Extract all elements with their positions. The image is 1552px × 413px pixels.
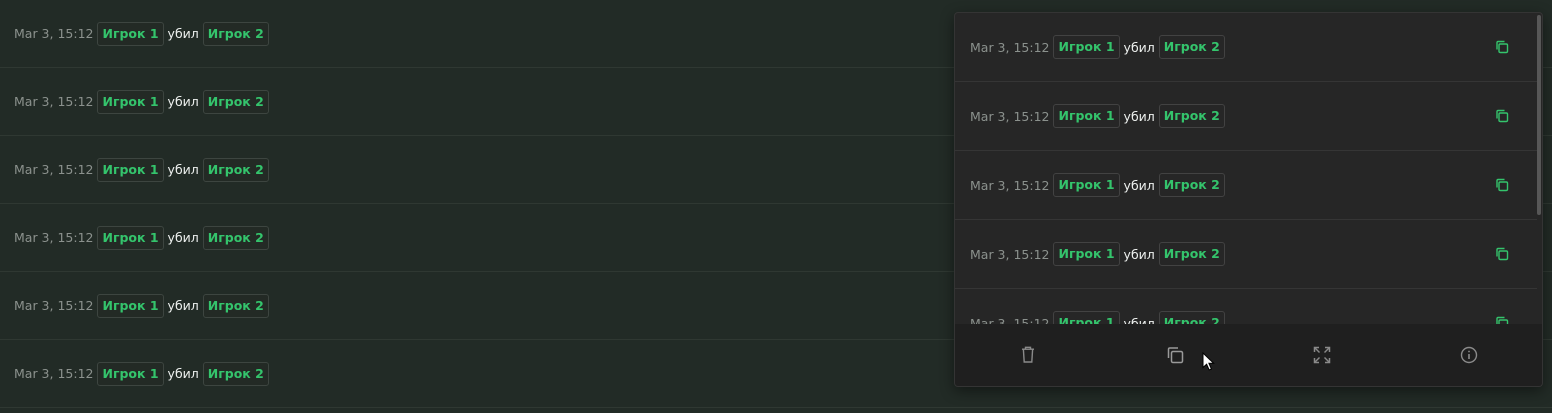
victim-tag[interactable]: Игрок 2 [1158,35,1225,59]
kill-verb: убил [1123,177,1155,193]
victim-tag[interactable]: Игрок 2 [202,89,269,114]
log-timestamp: Mar 3, 15:12 [970,108,1050,124]
log-timestamp: Mar 3, 15:12 [14,366,94,381]
victim-tag[interactable]: Игрок 2 [202,157,269,182]
panel-scroll-area[interactable]: Mar 3, 15:12 Игрок 1 убил Игрок 2 Mar 3,… [955,13,1537,324]
kill-verb: убил [167,298,199,313]
victim-tag[interactable]: Игрок 2 [1158,104,1225,128]
kill-verb: убил [167,94,199,109]
log-timestamp: Mar 3, 15:12 [970,315,1050,325]
kill-verb: убил [1123,108,1155,124]
delete-button[interactable] [955,324,1102,386]
kill-verb: убил [167,366,199,381]
copy-all-button[interactable] [1102,324,1249,386]
victim-tag[interactable]: Игрок 2 [1158,242,1225,266]
copy-icon [1167,347,1184,364]
kill-verb: убил [167,162,199,177]
killer-tag[interactable]: Игрок 1 [97,293,164,318]
log-timestamp: Mar 3, 15:12 [970,246,1050,262]
kill-verb: убил [1123,315,1155,325]
panel-row: Mar 3, 15:12 Игрок 1 убил Игрок 2 [955,13,1537,82]
log-timestamp: Mar 3, 15:12 [14,26,94,41]
killer-tag[interactable]: Игрок 1 [97,361,164,386]
kill-verb: убил [167,230,199,245]
kill-verb: убил [1123,39,1155,55]
killer-tag[interactable]: Игрок 1 [1053,104,1120,128]
copy-icon[interactable] [1495,40,1509,54]
trash-icon [1022,346,1035,363]
log-timestamp: Mar 3, 15:12 [14,298,94,313]
log-timestamp: Mar 3, 15:12 [970,177,1050,193]
copy-icon[interactable] [1495,316,1509,324]
info-icon [1460,346,1477,364]
copy-icon[interactable] [1495,109,1509,123]
killer-tag[interactable]: Игрок 1 [1053,35,1120,59]
expand-button[interactable] [1249,324,1396,386]
kill-verb: убил [1123,246,1155,262]
info-button[interactable] [1395,324,1542,386]
panel-row: Mar 3, 15:12 Игрок 1 убил Игрок 2 [955,220,1537,289]
panel-row: Mar 3, 15:12 Игрок 1 убил Игрок 2 [955,151,1537,220]
log-timestamp: Mar 3, 15:12 [14,230,94,245]
killer-tag[interactable]: Игрок 1 [1053,173,1120,197]
killer-tag[interactable]: Игрок 1 [1053,311,1120,324]
expand-icon [1313,346,1331,364]
killer-tag[interactable]: Игрок 1 [97,157,164,182]
kill-verb: убил [167,26,199,41]
victim-tag[interactable]: Игрок 2 [202,361,269,386]
log-timestamp: Mar 3, 15:12 [14,94,94,109]
victim-tag[interactable]: Игрок 2 [202,21,269,46]
panel-toolbar [955,324,1542,386]
panel-row: Mar 3, 15:12 Игрок 1 убил Игрок 2 [955,82,1537,151]
killer-tag[interactable]: Игрок 1 [97,21,164,46]
mouse-cursor-icon [1202,352,1215,371]
log-timestamp: Mar 3, 15:12 [14,162,94,177]
killer-tag[interactable]: Игрок 1 [97,89,164,114]
copy-icon[interactable] [1495,247,1509,261]
panel-row: Mar 3, 15:12 Игрок 1 убил Игрок 2 [955,289,1537,324]
victim-tag[interactable]: Игрок 2 [202,293,269,318]
killer-tag[interactable]: Игрок 1 [97,225,164,250]
panel-scrollbar[interactable] [1537,15,1541,215]
killer-tag[interactable]: Игрок 1 [1053,242,1120,266]
victim-tag[interactable]: Игрок 2 [1158,173,1225,197]
log-timestamp: Mar 3, 15:12 [970,39,1050,55]
victim-tag[interactable]: Игрок 2 [1158,311,1225,324]
copy-icon[interactable] [1495,178,1509,192]
log-popup-panel: Mar 3, 15:12 Игрок 1 убил Игрок 2 Mar 3,… [954,12,1543,387]
victim-tag[interactable]: Игрок 2 [202,225,269,250]
